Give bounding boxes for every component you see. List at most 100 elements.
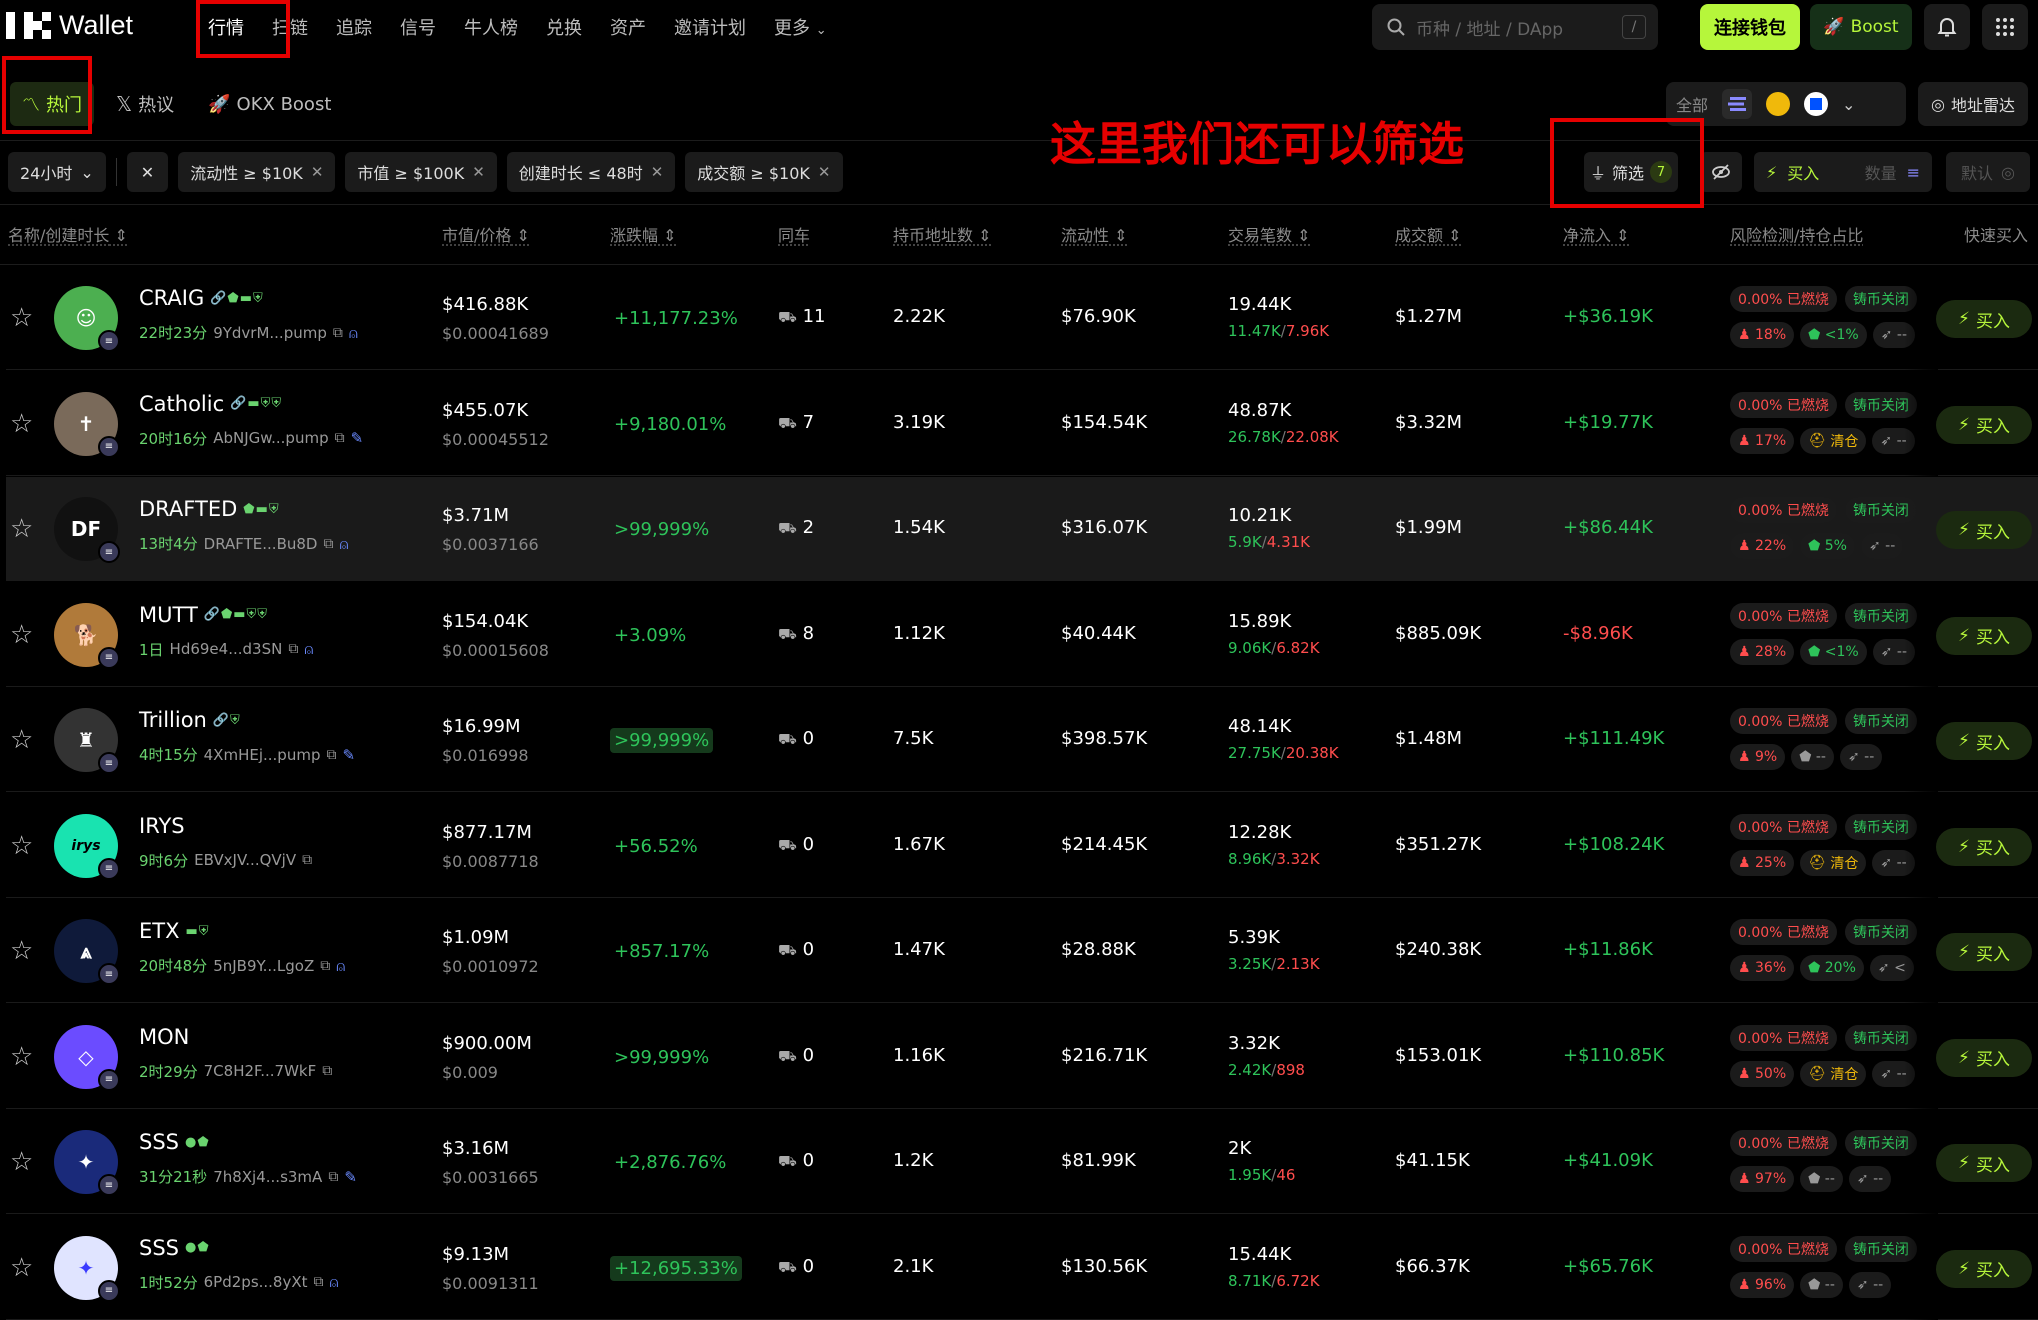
token-name-cell[interactable]: Catholic 🔗▬⛨⛨ [139,392,282,416]
col-holders[interactable]: 持币地址数 ⇕ [893,222,992,246]
person-icon[interactable]: ⍝ [349,324,358,342]
table-row[interactable]: ☆ ◇ ≡ MON 2时29分 7C8H2F...7WkF ⧉ $900.00M… [6,1005,2038,1109]
token-name-cell[interactable]: Trillion 🔗⛨ [139,708,241,732]
quick-buy-button[interactable]: ⚡ 买入 [1936,1039,2032,1077]
chain-all[interactable]: 全部 [1676,92,1708,116]
filter-chip-mcap[interactable]: 市值 ≥ $100K ✕ [345,152,496,192]
base-chain-icon[interactable] [1804,92,1828,116]
nav-assets[interactable]: 资产 [610,14,646,40]
table-row[interactable]: ☆ ✦ ≡ SSS ●⬟ 1时52分 6Pd2ps...8yXt ⧉ ⍝ $9.… [6,1216,2038,1320]
star-icon[interactable]: ☆ [10,1253,33,1283]
person-icon[interactable]: ⍝ [304,640,313,658]
amount-input[interactable]: 数量 [1865,160,1897,184]
star-icon[interactable]: ☆ [10,1147,33,1177]
copy-icon[interactable]: ⧉ [314,1274,324,1290]
copy-icon[interactable]: ⧉ [322,1063,332,1079]
okx-logo[interactable]: Wallet [6,10,133,41]
quick-buy-button[interactable]: ⚡ 买入 [1936,1144,2032,1182]
filter-chip-volume[interactable]: 成交额 ≥ $10K ✕ [685,152,842,192]
token-name-cell[interactable]: SSS ●⬟ [139,1130,210,1154]
token-name-cell[interactable]: ETX ▬⛨ [139,919,210,943]
token-name-cell[interactable]: CRAIG 🔗⬟▬⛨ [139,286,264,310]
col-name[interactable]: 名称/创建时长 ⇕ [8,222,128,246]
star-icon[interactable]: ☆ [10,303,33,333]
feather-icon[interactable]: ✎ [342,746,355,764]
col-change[interactable]: 涨跌幅 ⇕ [610,222,677,246]
hide-eye-icon[interactable] [1700,152,1742,192]
quick-buy-button[interactable]: ⚡ 买入 [1936,300,2032,338]
copy-icon[interactable]: ⧉ [326,747,336,763]
star-icon[interactable]: ☆ [10,1042,33,1072]
apps-grid-icon[interactable] [1982,4,2028,50]
address-radar-button[interactable]: ◎ 地址雷达 [1918,82,2028,126]
connect-wallet-button[interactable]: 连接钱包 [1700,4,1800,50]
close-icon[interactable]: ✕ [472,163,485,181]
person-icon[interactable]: ⍝ [339,535,348,553]
nav-signal[interactable]: 信号 [400,14,436,40]
copy-icon[interactable]: ⧉ [335,430,345,446]
close-icon[interactable]: ✕ [651,163,664,181]
clear-filters-button[interactable]: ✕ [127,152,168,192]
feather-icon[interactable]: ✎ [344,1168,357,1186]
solana-chain-icon[interactable] [1722,89,1752,119]
col-volume[interactable]: 成交额 ⇕ [1395,222,1462,246]
quick-buy-button[interactable]: ⚡ 买入 [1936,617,2032,655]
notification-bell-icon[interactable] [1924,4,1970,50]
nav-track[interactable]: 追踪 [336,14,372,40]
copy-icon[interactable]: ⧉ [320,958,330,974]
tab-okx-boost[interactable]: 🚀 OKX Boost [196,82,343,126]
copy-icon[interactable]: ⧉ [328,1169,338,1185]
copy-icon[interactable]: ⧉ [302,852,312,868]
nav-more[interactable]: 更多 ⌄ [774,14,827,40]
col-netflow[interactable]: 净流入 ⇕ [1563,222,1630,246]
nav-swap[interactable]: 兑换 [546,14,582,40]
boost-button[interactable]: 🚀 Boost [1810,4,1912,50]
nav-invite[interactable]: 邀请计划 [674,14,746,40]
token-name-cell[interactable]: IRYS [139,814,191,838]
nav-market[interactable]: 行情 [208,14,244,40]
quick-buy-button[interactable]: ⚡ 买入 [1936,406,2032,444]
timeframe-select[interactable]: 24小时 ⌄ [8,152,106,192]
table-row[interactable]: ☆ 🐕 ≡ MUTT 🔗⬟▬⛨⛨ 1日 Hd69e4...d3SN ⧉ ⍝ $1… [6,583,2038,687]
filter-button[interactable]: ⏚ 筛选 7 [1584,152,1678,192]
search-box[interactable]: 币种 / 地址 / DApp / [1372,4,1658,50]
default-preset[interactable]: 默认 ◎ [1946,152,2030,192]
quick-buy-amount[interactable]: ⚡ 买入 数量 ≡ [1754,152,1932,192]
star-icon[interactable]: ☆ [10,831,33,861]
nav-leaderboard[interactable]: 牛人榜 [464,14,518,40]
copy-icon[interactable]: ⧉ [288,641,298,657]
nav-scan[interactable]: 扫链 [272,14,308,40]
col-mcap[interactable]: 市值/价格 ⇕ [442,222,530,246]
tab-discussion[interactable]: 𝕏 热议 [104,82,186,126]
close-icon[interactable]: ✕ [818,163,831,181]
quick-buy-button[interactable]: ⚡ 买入 [1936,933,2032,971]
copy-icon[interactable]: ⧉ [333,325,343,341]
person-icon[interactable]: ⍝ [336,957,345,975]
star-icon[interactable]: ☆ [10,620,33,650]
table-row[interactable]: ☆ ⩓ ≡ ETX ▬⛨ 20时48分 5nJB9Y...LgoZ ⧉ ⍝ $1… [6,899,2038,1003]
close-icon[interactable]: ✕ [311,163,324,181]
table-row[interactable]: ☆ DF ≡ DRAFTED ⬟▬⛨ 13时4分 DRAFTE...Bu8D ⧉… [6,477,2038,581]
col-txs[interactable]: 交易笔数 ⇕ [1228,222,1311,246]
quick-buy-button[interactable]: ⚡ 买入 [1936,722,2032,760]
star-icon[interactable]: ☆ [10,725,33,755]
token-name-cell[interactable]: DRAFTED ⬟▬⛨ [139,497,280,521]
table-row[interactable]: ☆ ✝ ≡ Catholic 🔗▬⛨⛨ 20时16分 AbNJGw...pump… [6,372,2038,476]
col-risk[interactable]: 风险检测/持仓占比 [1730,222,1863,246]
table-row[interactable]: ☆ ☺ ≡ CRAIG 🔗⬟▬⛨ 22时23分 9YdvrM...pump ⧉ … [6,266,2038,370]
col-same-car[interactable]: 同车 [778,222,810,246]
col-liquidity[interactable]: 流动性 ⇕ [1061,222,1128,246]
quick-buy-button[interactable]: ⚡ 买入 [1936,828,2032,866]
tab-hot[interactable]: 〽 热门 [10,82,94,126]
chevron-down-icon[interactable]: ⌄ [1842,95,1855,114]
bnb-chain-icon[interactable] [1766,92,1790,116]
table-row[interactable]: ☆ ♜ ≡ Trillion 🔗⛨ 4时15分 4XmHEj...pump ⧉ … [6,688,2038,792]
token-name-cell[interactable]: MUTT 🔗⬟▬⛨⛨ [139,603,268,627]
copy-icon[interactable]: ⧉ [323,536,333,552]
star-icon[interactable]: ☆ [10,936,33,966]
token-name-cell[interactable]: SSS ●⬟ [139,1236,210,1260]
table-row[interactable]: ☆ ✦ ≡ SSS ●⬟ 31分21秒 7h8Xj4...s3mA ⧉ ✎ $3… [6,1110,2038,1214]
token-name-cell[interactable]: MON [139,1025,195,1049]
filter-chip-age[interactable]: 创建时长 ≤ 48时 ✕ [507,152,676,192]
table-row[interactable]: ☆ irys ≡ IRYS 9时6分 EBVxJV...QVjV ⧉ $877.… [6,794,2038,898]
